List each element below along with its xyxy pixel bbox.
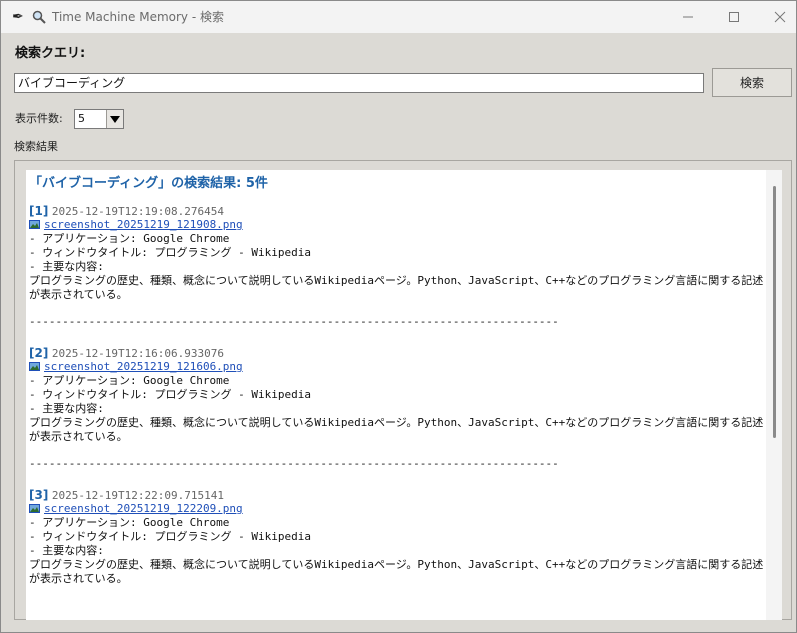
- search-button[interactable]: 検索: [712, 68, 792, 97]
- photo-icon: [29, 220, 40, 229]
- result-content-line: プログラミングの歴史、種類、概念について説明しているWikipediaページ。P…: [29, 558, 764, 571]
- result-content-label: - 主要な内容:: [29, 544, 104, 557]
- count-value: 5: [78, 112, 85, 125]
- photo-icon: [29, 504, 40, 513]
- window-title: Time Machine Memory - 検索: [52, 10, 224, 24]
- result-window-title: - ウィンドウタイトル: プログラミング - Wikipedia: [29, 246, 311, 259]
- result-header: [3] 2025-12-19T12:22:09.715141: [29, 488, 224, 503]
- maximize-button[interactable]: [711, 1, 757, 33]
- client-area: 検索クエリ: 検索 表示件数: 5 検索結果 「バイブコーディング」の検索結果:…: [1, 33, 796, 632]
- search-input[interactable]: [14, 73, 704, 93]
- screenshot-file-link[interactable]: screenshot_20251219_122209.png: [44, 502, 243, 515]
- minimize-button[interactable]: [665, 1, 711, 33]
- result-file-row: screenshot_20251219_122209.png: [29, 502, 243, 516]
- close-button[interactable]: [757, 1, 797, 33]
- result-content-line: プログラミングの歴史、種類、概念について説明しているWikipediaページ。P…: [29, 416, 764, 429]
- separator-line: ----------------------------------------…: [29, 315, 559, 328]
- result-content-line: プログラミングの歴史、種類、概念について説明しているWikipediaページ。P…: [29, 274, 764, 287]
- results-text-area[interactable]: 「バイブコーディング」の検索結果: 5件 [1] 2025-12-19T12:1…: [26, 170, 766, 620]
- result-app: - アプリケーション: Google Chrome: [29, 232, 230, 245]
- result-number: [2]: [29, 346, 49, 360]
- result-content-label: - 主要な内容:: [29, 402, 104, 415]
- app-window: ✒ Time Machine Memory - 検索 検索クエリ: 検索 表示件…: [0, 0, 797, 633]
- count-select[interactable]: 5: [74, 109, 124, 129]
- result-timestamp: 2025-12-19T12:19:08.276454: [51, 205, 225, 218]
- results-label: 検索結果: [14, 140, 58, 153]
- result-content-line: が表示されている。: [29, 572, 128, 585]
- result-content-line: が表示されている。: [29, 288, 128, 301]
- photo-icon: [29, 362, 40, 371]
- results-heading: 「バイブコーディング」の検索結果: 5件: [29, 176, 268, 191]
- result-content-label: - 主要な内容:: [29, 260, 104, 273]
- magnifier-icon: [32, 10, 46, 24]
- result-window-title: - ウィンドウタイトル: プログラミング - Wikipedia: [29, 388, 311, 401]
- query-label: 検索クエリ:: [15, 46, 86, 61]
- result-app: - アプリケーション: Google Chrome: [29, 374, 230, 387]
- count-label: 表示件数:: [15, 112, 63, 125]
- result-header: [2] 2025-12-19T12:16:06.933076: [29, 346, 224, 361]
- close-icon: [774, 11, 786, 23]
- results-scrollbar[interactable]: [766, 170, 782, 620]
- maximize-icon: [729, 12, 739, 22]
- feather-icon: ✒: [12, 9, 24, 25]
- screenshot-file-link[interactable]: screenshot_20251219_121606.png: [44, 360, 243, 373]
- scrollbar-thumb[interactable]: [773, 186, 776, 438]
- chevron-down-icon[interactable]: [106, 110, 123, 128]
- separator-line: ----------------------------------------…: [29, 457, 559, 470]
- result-header: [1] 2025-12-19T12:19:08.276454: [29, 204, 224, 219]
- result-number: [1]: [29, 204, 49, 218]
- screenshot-file-link[interactable]: screenshot_20251219_121908.png: [44, 218, 243, 231]
- result-timestamp: 2025-12-19T12:22:09.715141: [51, 489, 225, 502]
- result-timestamp: 2025-12-19T12:16:06.933076: [51, 347, 225, 360]
- result-number: [3]: [29, 488, 49, 502]
- result-content-line: が表示されている。: [29, 430, 128, 443]
- result-file-row: screenshot_20251219_121606.png: [29, 360, 243, 374]
- result-file-row: screenshot_20251219_121908.png: [29, 218, 243, 232]
- result-window-title: - ウィンドウタイトル: プログラミング - Wikipedia: [29, 530, 311, 543]
- result-app: - アプリケーション: Google Chrome: [29, 516, 230, 529]
- title-bar[interactable]: ✒ Time Machine Memory - 検索: [1, 1, 796, 33]
- minimize-icon: [683, 16, 693, 18]
